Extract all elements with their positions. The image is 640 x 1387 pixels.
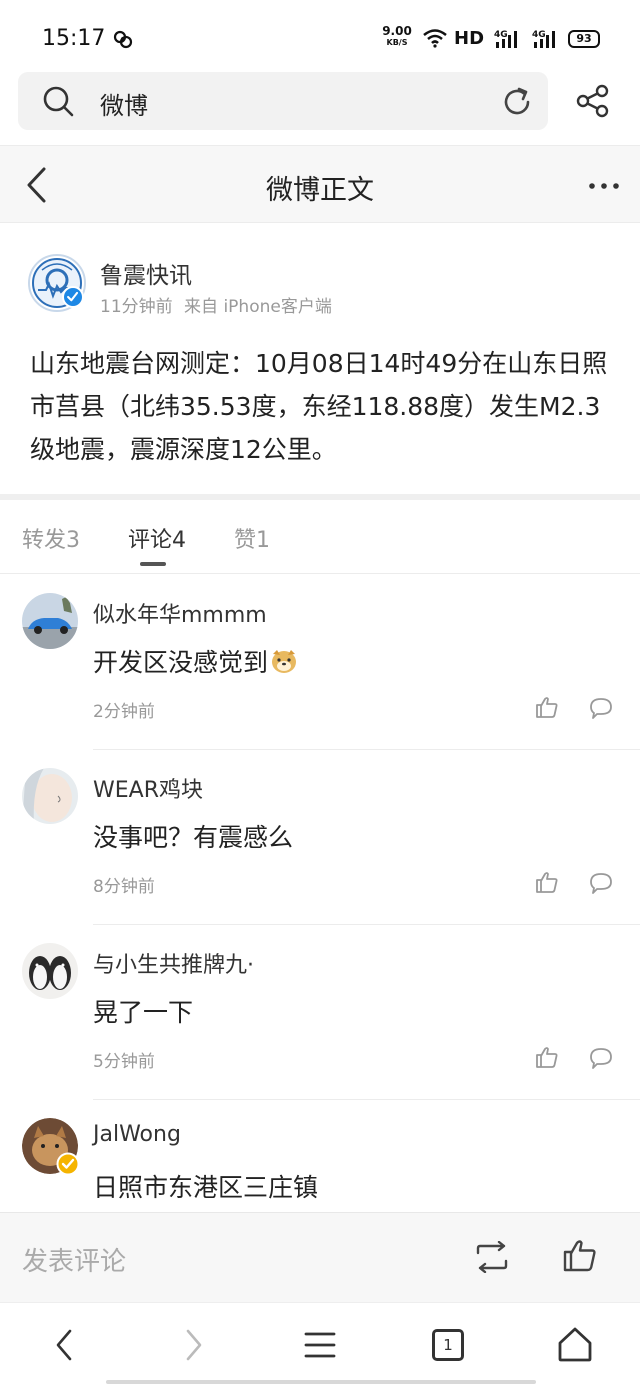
battery-icon: 93 <box>568 30 600 48</box>
menu-icon[interactable] <box>304 1331 336 1359</box>
reply-icon[interactable] <box>589 696 613 720</box>
post-content: 山东地震台网测定：10月08日14时49分在山东日照市莒县（北纬35.53度，东… <box>30 349 608 464</box>
notification-app-icon <box>113 30 133 49</box>
comment-text: 开发区没感觉到 <box>93 643 298 679</box>
commenter-name[interactable]: JalWong <box>93 1122 181 1147</box>
cellular-signal-icon: 4G <box>494 30 517 48</box>
comment-text: 日照市东港区三庄镇 <box>93 1173 319 1202</box>
weibo-post: 鲁震快讯 11分钟前 来自 iPhone客户端 山东地震台网测定：10月08日1… <box>0 224 640 494</box>
svg-text:4G: 4G <box>532 30 546 40</box>
refresh-icon[interactable] <box>500 85 534 119</box>
verified-badge-icon <box>62 286 84 308</box>
reply-icon[interactable] <box>589 1046 613 1070</box>
browser-nav-bar: 1 <box>0 1302 640 1387</box>
share-icon[interactable] <box>576 84 610 118</box>
like-icon[interactable] <box>562 1237 598 1273</box>
verified-gold-badge-icon <box>56 1152 80 1176</box>
comment-time: 8分钟前 <box>93 877 155 897</box>
post-author-name[interactable]: 鲁震快讯 <box>100 256 192 290</box>
network-speed: 9.00 KB/S <box>382 24 412 47</box>
commenter-name[interactable]: 似水年华mmmm <box>93 597 267 629</box>
commenter-avatar[interactable] <box>22 1118 80 1176</box>
comment-item: 与小生共推牌九· 晃了一下 5分钟前 <box>0 925 640 1100</box>
penguins-avatar-icon <box>22 943 78 999</box>
commenter-avatar[interactable] <box>22 768 78 824</box>
like-icon[interactable] <box>535 1045 559 1069</box>
portrait-avatar-icon <box>22 768 78 824</box>
active-tab-indicator <box>140 562 166 566</box>
commenter-avatar[interactable] <box>22 593 78 649</box>
tab-comments[interactable]: 评论4 <box>128 522 186 554</box>
page-title: 微博正文 <box>266 175 374 206</box>
comment-time: 2分钟前 <box>93 702 155 722</box>
home-icon[interactable] <box>556 1325 594 1363</box>
car-avatar-icon <box>22 593 78 649</box>
home-indicator <box>106 1380 536 1384</box>
more-options-icon[interactable] <box>588 182 620 190</box>
like-icon[interactable] <box>535 870 559 894</box>
address-text[interactable]: 微博 <box>100 86 148 121</box>
comment-input-bar: 发表评论 <box>0 1212 640 1302</box>
search-icon[interactable] <box>42 85 74 117</box>
repost-icon[interactable] <box>474 1241 510 1273</box>
page-header: 微博正文 <box>0 145 640 223</box>
comment-time: 5分钟前 <box>93 1052 155 1072</box>
comment-item: JalWong 日照市东港区三庄镇 <box>0 1100 640 1212</box>
commenter-name[interactable]: 与小生共推牌九· <box>93 947 254 979</box>
reply-icon[interactable] <box>589 871 613 895</box>
interaction-tabs: 转发3 评论4 赞1 <box>0 500 640 574</box>
nav-back-icon[interactable] <box>52 1327 76 1363</box>
comment-item: WEAR鸡块 没事吧？有震感么 8分钟前 <box>0 750 640 925</box>
tab-reposts[interactable]: 转发3 <box>22 522 80 554</box>
comment-text: 晃了一下 <box>93 998 194 1027</box>
post-source: 来自 iPhone客户端 <box>184 297 332 317</box>
commenter-name[interactable]: WEAR鸡块 <box>93 772 203 804</box>
like-icon[interactable] <box>535 695 559 719</box>
nav-forward-icon[interactable] <box>182 1327 206 1363</box>
post-meta: 11分钟前 来自 iPhone客户端 <box>100 292 338 317</box>
wifi-icon <box>423 29 447 48</box>
commenter-avatar[interactable] <box>22 943 78 999</box>
comment-text: 没事吧？有震感么 <box>93 823 294 852</box>
tab-likes[interactable]: 赞1 <box>234 522 270 554</box>
cellular-signal-icon-2: 4G <box>532 30 555 48</box>
post-time: 11分钟前 <box>100 297 173 317</box>
svg-text:4G: 4G <box>494 30 508 40</box>
address-bar[interactable]: 微博 <box>18 72 548 130</box>
status-bar: 15:17 9.00 KB/S HD 4G 4G 93 <box>0 0 640 76</box>
comment-item: 似水年华mmmm 开发区没感觉到 2分钟前 <box>0 575 640 750</box>
doge-emoji-icon <box>272 650 297 673</box>
hd-indicator: HD <box>454 28 485 49</box>
status-time: 15:17 <box>42 26 106 51</box>
tabs-count-button[interactable]: 1 <box>432 1329 464 1361</box>
comment-input[interactable]: 发表评论 <box>22 1241 126 1278</box>
